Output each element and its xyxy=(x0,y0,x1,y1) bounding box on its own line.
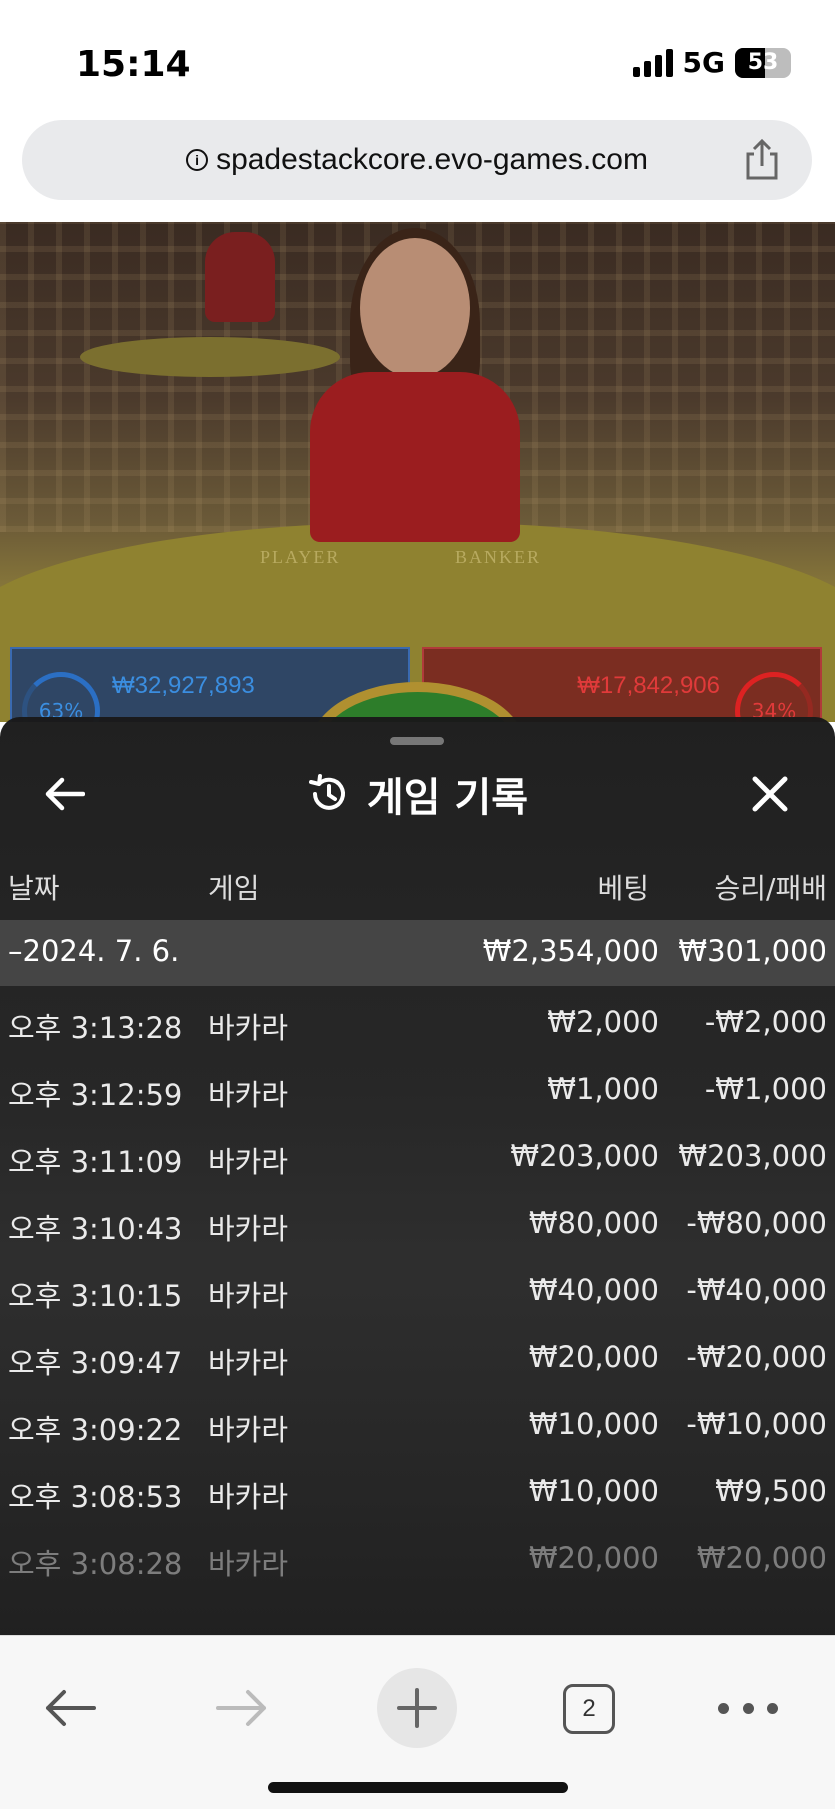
new-tab-button[interactable] xyxy=(377,1668,457,1748)
tabs-button[interactable]: 2 xyxy=(563,1684,615,1734)
row-result: -₩10,000 xyxy=(686,1407,827,1441)
network-type: 5G xyxy=(682,46,725,79)
row-game: 바카라 xyxy=(208,1011,289,1045)
banker-amount: ₩17,842,906 xyxy=(577,672,720,699)
row-result: -₩20,000 xyxy=(686,1340,827,1374)
table-header: 날짜 게임 베팅 승리/패배 xyxy=(0,867,835,907)
address-bar[interactable]: i spadestackcore.evo-games.com xyxy=(22,120,812,200)
dealer xyxy=(360,238,470,378)
row-game: 바카라 xyxy=(208,1346,289,1380)
column-bet: 베팅 xyxy=(597,872,649,905)
row-bet: ₩20,000 xyxy=(528,1541,659,1575)
info-icon[interactable]: i xyxy=(186,149,209,171)
battery-icon: 53 xyxy=(735,47,791,78)
row-game: 바카라 xyxy=(208,1547,289,1581)
url-text: spadestackcore.evo-games.com xyxy=(216,143,648,176)
sheet-grab-handle[interactable] xyxy=(390,737,444,745)
history-row[interactable]: 오후 3:12:59 바카라 ₩1,000 -₩1,000 xyxy=(0,1054,835,1121)
table-banker-label: BANKER xyxy=(455,547,542,567)
history-row[interactable]: 오후 3:10:15 바카라 ₩40,000 -₩40,000 xyxy=(0,1255,835,1322)
arrow-left-icon xyxy=(46,1690,96,1726)
row-result: -₩2,000 xyxy=(704,1005,827,1039)
url-display[interactable]: i spadestackcore.evo-games.com xyxy=(22,120,812,200)
plus-icon xyxy=(397,1688,437,1728)
row-game: 바카라 xyxy=(208,1078,289,1112)
status-indicators: 5G 53 xyxy=(632,46,791,79)
history-row[interactable]: 오후 3:11:09 바카라 ₩203,000 ₩203,000 xyxy=(0,1121,835,1188)
row-time: 오후 3:09:22 xyxy=(8,1413,183,1447)
row-time: 오후 3:08:53 xyxy=(8,1480,183,1514)
row-bet: ₩10,000 xyxy=(528,1474,659,1508)
browser-back-button[interactable] xyxy=(42,1680,98,1736)
table-player-label: PLAYER xyxy=(260,547,341,567)
row-time: 오후 3:11:09 xyxy=(8,1145,183,1179)
date-group-bet-total: ₩2,354,000 xyxy=(482,934,659,968)
browser-toolbar: 2 xyxy=(0,1635,835,1809)
row-result: ₩20,000 xyxy=(696,1541,827,1575)
sheet-title: 게임 기록 xyxy=(366,775,529,821)
home-indicator xyxy=(268,1782,568,1793)
row-time: 오후 3:10:15 xyxy=(8,1279,183,1313)
share-icon[interactable] xyxy=(740,138,784,182)
history-icon xyxy=(308,774,345,810)
history-row[interactable]: 오후 3:13:28 바카라 ₩2,000 -₩2,000 xyxy=(0,987,835,1054)
date-group-date: –2024. 7. 6. xyxy=(8,934,180,968)
row-result: -₩80,000 xyxy=(686,1206,827,1240)
row-game: 바카라 xyxy=(208,1480,289,1514)
sheet-header: 게임 기록 xyxy=(0,769,835,821)
row-time: 오후 3:13:28 xyxy=(8,1011,183,1045)
row-result: ₩9,500 xyxy=(715,1474,827,1508)
row-time: 오후 3:10:43 xyxy=(8,1212,183,1246)
history-row[interactable]: 오후 3:09:47 바카라 ₩20,000 -₩20,000 xyxy=(0,1322,835,1389)
history-row[interactable]: 오후 3:08:28 바카라 ₩20,000 ₩20,000 xyxy=(0,1523,835,1590)
signal-icon xyxy=(632,48,673,77)
row-bet: ₩80,000 xyxy=(528,1206,659,1240)
player-amount: ₩32,927,893 xyxy=(112,672,255,699)
row-bet: ₩10,000 xyxy=(528,1407,659,1441)
history-row[interactable]: 오후 3:09:22 바카라 ₩10,000 -₩10,000 xyxy=(0,1389,835,1456)
row-bet: ₩20,000 xyxy=(528,1340,659,1374)
history-row[interactable]: 오후 3:10:43 바카라 ₩80,000 -₩80,000 xyxy=(0,1188,835,1255)
row-game: 바카라 xyxy=(208,1413,289,1447)
arrow-right-icon xyxy=(216,1690,266,1726)
close-button[interactable] xyxy=(745,769,795,819)
battery-level: 53 xyxy=(747,50,779,75)
row-game: 바카라 xyxy=(208,1279,289,1313)
row-result: -₩40,000 xyxy=(686,1273,827,1307)
row-game: 바카라 xyxy=(208,1145,289,1179)
row-result: ₩203,000 xyxy=(678,1139,827,1173)
row-time: 오후 3:12:59 xyxy=(8,1078,183,1112)
row-result: -₩1,000 xyxy=(704,1072,827,1106)
history-list: 오후 3:13:28 바카라 ₩2,000 -₩2,000 오후 3:12:59… xyxy=(0,987,835,1590)
live-video: PLAYER BANKER 63% ₩32,927,893 ₩17,842,90… xyxy=(0,222,835,722)
background-table xyxy=(80,337,340,377)
row-time: 오후 3:09:47 xyxy=(8,1346,183,1380)
background-dealer xyxy=(205,232,275,322)
status-time: 15:14 xyxy=(76,44,191,85)
row-bet: ₩40,000 xyxy=(528,1273,659,1307)
column-date: 날짜 xyxy=(8,872,60,905)
history-row[interactable]: 오후 3:08:53 바카라 ₩10,000 ₩9,500 xyxy=(0,1456,835,1523)
close-icon xyxy=(752,776,788,812)
game-history-sheet: 게임 기록 날짜 게임 베팅 승리/패배 –2024. 7. 6. ₩2,354… xyxy=(0,717,835,1635)
column-result: 승리/패배 xyxy=(714,872,827,905)
more-icon[interactable] xyxy=(718,1696,778,1720)
column-game: 게임 xyxy=(208,872,260,905)
row-bet: ₩2,000 xyxy=(547,1005,659,1039)
date-group-result-total: ₩301,000 xyxy=(678,934,827,968)
date-group-row[interactable]: –2024. 7. 6. ₩2,354,000 ₩301,000 xyxy=(0,920,835,986)
row-game: 바카라 xyxy=(208,1212,289,1246)
status-bar: 15:14 5G 53 xyxy=(0,0,835,110)
row-bet: ₩1,000 xyxy=(547,1072,659,1106)
row-bet: ₩203,000 xyxy=(510,1139,659,1173)
browser-forward-button[interactable] xyxy=(214,1680,270,1736)
row-time: 오후 3:08:28 xyxy=(8,1547,183,1581)
